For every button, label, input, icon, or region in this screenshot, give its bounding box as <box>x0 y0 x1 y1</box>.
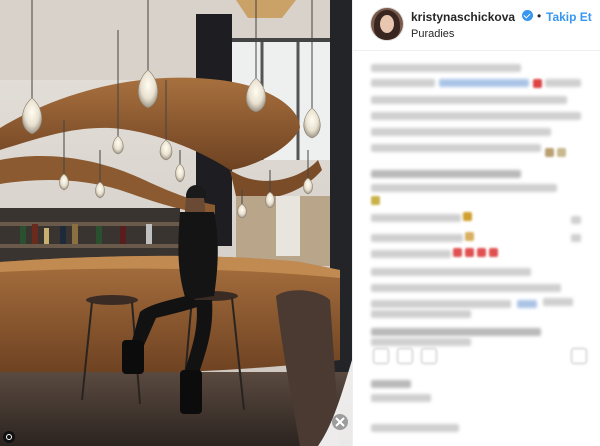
follow-button[interactable]: Takip Et <box>546 10 592 24</box>
heart-icon[interactable] <box>373 348 389 364</box>
location-link[interactable]: Puradies <box>411 28 454 40</box>
bookmark-icon[interactable] <box>571 348 587 364</box>
username-link[interactable]: kristynaschickova <box>411 10 515 24</box>
post-sidebar: kristynaschickova • Takip Et Puradies <box>352 0 600 446</box>
instagram-post: kristynaschickova • Takip Et Puradies <box>0 0 600 446</box>
profile-avatar[interactable] <box>371 8 403 40</box>
site-watermark-logo <box>318 360 352 446</box>
share-icon[interactable] <box>421 348 437 364</box>
post-header: kristynaschickova • Takip Et Puradies <box>353 0 600 51</box>
comment-icon[interactable] <box>397 348 413 364</box>
separator-dot: • <box>537 9 542 23</box>
avatar-face <box>380 15 394 33</box>
post-photo[interactable] <box>0 0 352 446</box>
bar-interior-image <box>0 0 352 446</box>
verified-badge-icon <box>522 10 533 21</box>
